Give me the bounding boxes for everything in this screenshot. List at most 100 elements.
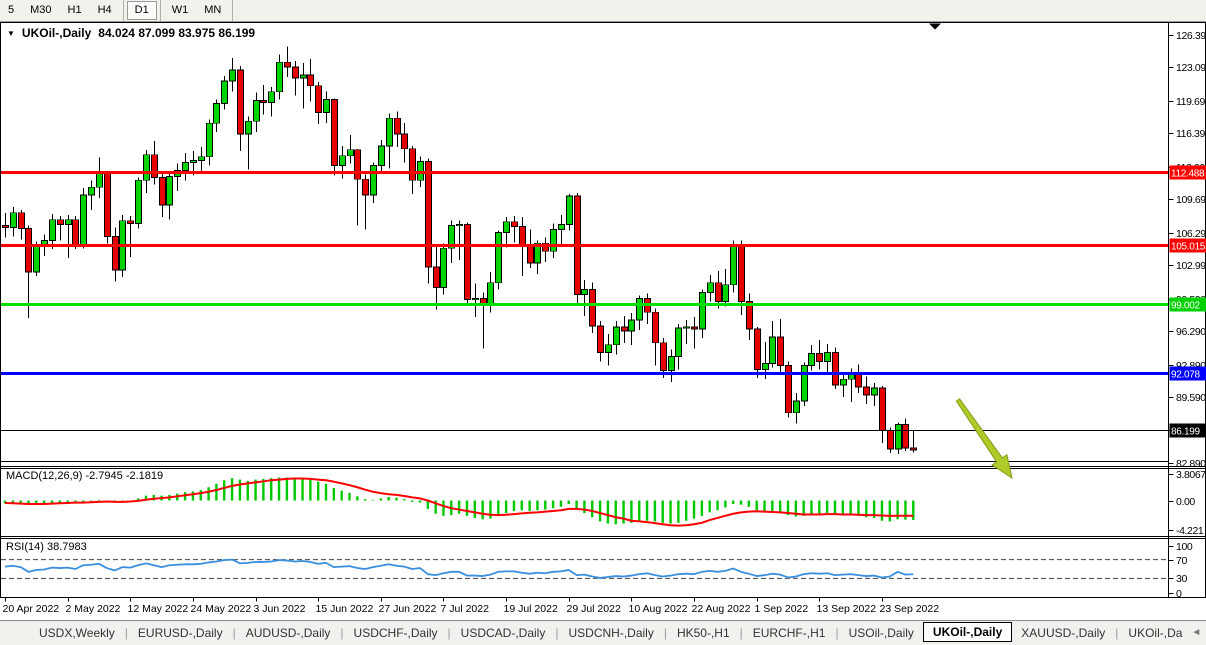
candle-bear [512, 222, 518, 227]
rsi-indicator-label: RSI(14) 38.7983 [6, 541, 87, 553]
candle-bear [864, 387, 870, 395]
candle-bear [363, 179, 369, 195]
price-line-label: 99.002 [1171, 301, 1201, 312]
axis-tick-label: 109.690 [1176, 194, 1206, 206]
candles-layer [3, 46, 917, 454]
candle-bear [716, 283, 722, 302]
candle-bull [66, 220, 72, 225]
axis-tick-label: 100 [1176, 541, 1193, 553]
candle-bear [19, 213, 25, 229]
candle-bear [105, 172, 111, 236]
candle-bull [371, 166, 377, 196]
candle-bull [301, 75, 307, 78]
rsi-line [5, 560, 913, 578]
chart-tab-ukoil-daily[interactable]: UKOil-,Daily [923, 622, 1012, 642]
candle-bull [191, 161, 197, 163]
candle-bull [802, 365, 808, 400]
candle-bear [481, 298, 487, 303]
candle-bull [277, 62, 283, 92]
axis-tick-label: 3.8067 [1176, 469, 1206, 481]
axis-tick-label: 119.690 [1176, 96, 1206, 108]
candle-bull [676, 328, 682, 357]
chart-tab-eurusd-daily[interactable]: EURUSD-,Daily [129, 623, 232, 643]
candle-bull [441, 248, 447, 287]
candle-bull [684, 327, 690, 328]
candle-bull [418, 162, 424, 181]
chart-tab-ukoil-da[interactable]: UKOil-,Da [1119, 623, 1191, 643]
axis-tick-label: 102.990 [1176, 260, 1206, 272]
candle-bull [230, 70, 236, 81]
candle-bear [395, 118, 401, 134]
date-tick-label: 29 Jul 2022 [567, 603, 621, 615]
candle-bear [622, 327, 628, 331]
candle-bear [817, 354, 823, 362]
candle-bear [880, 388, 886, 430]
candle-bear [833, 353, 839, 385]
candle-bull [825, 353, 831, 362]
chart-shift-marker-icon[interactable] [929, 24, 941, 30]
axis-tick-label: 89.590 [1176, 392, 1206, 404]
candle-bull [809, 354, 815, 366]
date-tick-label: 15 Jun 2022 [316, 603, 374, 615]
candle-bull [457, 225, 463, 226]
candle-bull [669, 357, 675, 371]
axis-tick-label: 70 [1176, 555, 1187, 567]
date-tick-label: 7 Jul 2022 [441, 603, 490, 615]
candle-bull [207, 123, 213, 156]
date-tick-label: 22 Aug 2022 [692, 603, 751, 615]
candle-bear [590, 290, 596, 326]
candle-bull [387, 118, 393, 146]
candle-bull [183, 163, 189, 171]
chart-tab-xauusd-daily[interactable]: XAUUSD-,Daily [1012, 623, 1114, 643]
chart-tab-usdchf-daily[interactable]: USDCHF-,Daily [345, 623, 447, 643]
chart-tab-usdcnh-daily[interactable]: USDCNH-,Daily [559, 623, 662, 643]
date-tick-label: 12 May 2022 [128, 603, 189, 615]
candle-bull [269, 92, 275, 103]
axis-tick-label: 123.090 [1176, 62, 1206, 74]
chart-tab-audusd-daily[interactable]: AUDUSD-,Daily [237, 623, 340, 643]
candle-bull [559, 225, 565, 230]
candle-bear [888, 430, 894, 449]
candle-bull [794, 401, 800, 413]
candle-bear [113, 236, 119, 269]
candle-bull [222, 81, 228, 104]
candle-bull [504, 222, 510, 233]
candle-bull [50, 220, 56, 241]
chart-tab-hk50-h1[interactable]: HK50-,H1 [668, 623, 739, 643]
candle-bull [199, 157, 205, 161]
candle-bear [3, 226, 9, 228]
candle-bull [770, 337, 776, 364]
candle-bear [293, 67, 299, 78]
candle-bull [246, 121, 252, 134]
candle-bear [73, 220, 79, 246]
date-tick-label: 23 Sep 2022 [880, 603, 940, 615]
candle-bull [379, 146, 385, 166]
candle-bull [841, 379, 847, 385]
candle-bull [872, 388, 878, 395]
candle-bear [355, 150, 361, 180]
candle-bear [528, 246, 534, 263]
price-line-label: 105.015 [1171, 242, 1206, 253]
candle-bear [598, 326, 604, 353]
chart-borders [0, 23, 1206, 598]
candle-bull [496, 233, 502, 283]
chart-tab-eurchf-h1[interactable]: EURCHF-,H1 [744, 623, 835, 643]
candle-bear [778, 337, 784, 366]
candle-bull [324, 100, 330, 113]
chart-dropdown-triangle-icon: ▼ [7, 29, 15, 38]
candle-bear [520, 227, 526, 247]
candle-bull [700, 293, 706, 329]
candle-bear [739, 244, 745, 301]
candle-bear [238, 70, 244, 134]
candle-bull [97, 172, 103, 187]
candle-bear [332, 100, 338, 166]
candle-bull [11, 213, 17, 228]
candle-bear [308, 75, 314, 86]
price-line-label: 92.078 [1171, 370, 1201, 381]
price-chart-svg[interactable]: 126.390123.090119.690116.390112.990109.6… [0, 0, 1206, 620]
axis-tick-label: 96.290 [1176, 326, 1206, 338]
chart-tab-usdcad-daily[interactable]: USDCAD-,Daily [452, 623, 555, 643]
tabs-scroll-left-icon[interactable]: ◄ [1191, 628, 1201, 638]
chart-tab-usoil-daily[interactable]: USOil-,Daily [840, 623, 923, 643]
chart-tab-usdx-weekly[interactable]: USDX,Weekly [30, 623, 124, 643]
